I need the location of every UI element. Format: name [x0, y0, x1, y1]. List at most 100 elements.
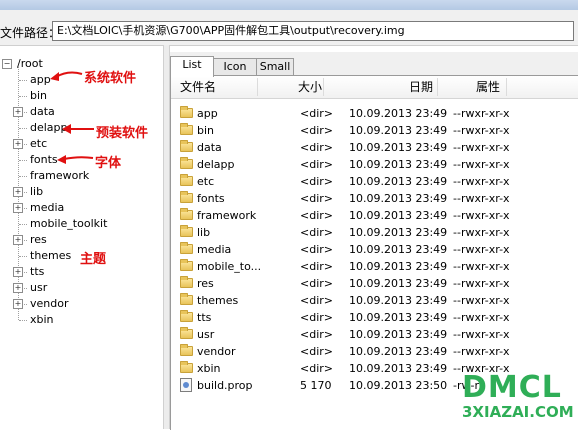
file-row[interactable]: usr <dir> 10.09.2013 23:49 --rwxr-xr-x	[171, 326, 578, 343]
file-date: 10.09.2013 23:49	[349, 192, 448, 205]
red-arrow-icon	[62, 124, 94, 134]
tab-list[interactable]: List	[170, 56, 214, 77]
tree-item-label: lib	[30, 185, 44, 198]
expand-icon[interactable]: +	[13, 187, 23, 197]
folder-icon	[180, 140, 193, 152]
folder-icon	[180, 208, 193, 220]
collapse-icon[interactable]: −	[2, 59, 12, 69]
folder-icon	[180, 276, 193, 288]
file-size: <dir>	[300, 260, 333, 273]
file-date: 10.09.2013 23:49	[349, 175, 448, 188]
file-date: 10.09.2013 23:49	[349, 328, 448, 341]
file-name: data	[197, 141, 222, 154]
folder-icon	[180, 293, 193, 305]
folder-icon	[180, 123, 193, 135]
column-header-name[interactable]: 文件名	[180, 76, 216, 98]
file-icon	[180, 378, 192, 392]
file-size: <dir>	[300, 311, 333, 324]
file-size: 5 170	[300, 379, 332, 392]
file-attributes: --rwxr-xr-x	[453, 294, 510, 307]
file-attributes: --rwxr-xr-x	[453, 192, 510, 205]
file-name: delapp	[197, 158, 235, 171]
file-date: 10.09.2013 23:49	[349, 158, 448, 171]
folder-icon	[180, 327, 193, 339]
file-row[interactable]: app <dir> 10.09.2013 23:49 --rwxr-xr-x	[171, 105, 578, 122]
expand-icon[interactable]: +	[13, 203, 23, 213]
folder-icon	[180, 344, 193, 356]
column-header-row: 文件名 大小 日期 属性	[171, 76, 578, 99]
file-name: fonts	[197, 192, 225, 205]
column-header-date[interactable]: 日期	[409, 76, 433, 98]
file-attributes: --rwxr-xr-x	[453, 158, 510, 171]
expand-icon[interactable]: +	[13, 283, 23, 293]
annotation-preinstalled-software: 预装软件	[96, 126, 149, 141]
file-size: <dir>	[300, 209, 333, 222]
folder-tree[interactable]: −/root app bin + data delapp + etc fonts framewor…	[0, 56, 163, 429]
file-name: usr	[197, 328, 215, 341]
folder-icon	[180, 225, 193, 237]
watermark-subtitle: 3XIAZAI.COM	[462, 403, 574, 421]
file-name: tts	[197, 311, 212, 324]
file-row[interactable]: data <dir> 10.09.2013 23:49 --rwxr-xr-x	[171, 139, 578, 156]
expand-icon[interactable]: +	[13, 267, 23, 277]
watermark-title: DMCL	[462, 370, 562, 405]
file-size: <dir>	[300, 277, 333, 290]
file-row[interactable]: themes <dir> 10.09.2013 23:49 --rwxr-xr-x	[171, 292, 578, 309]
pane-splitter[interactable]	[163, 45, 170, 429]
tree-connector-line	[19, 128, 27, 129]
path-bar: 文件路径： E:\文档LOIC\手机资源\G700\APP固件解包工具\outp…	[0, 10, 578, 46]
annotation-system-software: 系统软件	[84, 71, 137, 86]
annotation-fonts: 字体	[95, 156, 122, 171]
tree-item-label: /root	[17, 57, 43, 70]
file-attributes: --rwxr-xr-x	[453, 328, 510, 341]
file-attributes: --rwxr-xr-x	[453, 260, 510, 273]
file-attributes: --rwxr-xr-x	[453, 345, 510, 358]
annotation-theme: 主题	[80, 252, 107, 267]
tree-connector-line	[19, 80, 27, 81]
file-date: 10.09.2013 23:50	[349, 379, 448, 392]
expand-icon[interactable]: +	[13, 107, 23, 117]
file-name: vendor	[197, 345, 236, 358]
red-arrow-icon	[57, 155, 94, 164]
expand-icon[interactable]: +	[13, 235, 23, 245]
column-separator[interactable]	[257, 78, 258, 96]
red-arrow-icon	[50, 71, 83, 81]
file-name: build.prop	[197, 379, 253, 392]
file-name: themes	[197, 294, 239, 307]
file-size: <dir>	[300, 243, 333, 256]
file-row[interactable]: lib <dir> 10.09.2013 23:49 --rwxr-xr-x	[171, 224, 578, 241]
column-separator[interactable]	[506, 78, 507, 96]
file-row[interactable]: res <dir> 10.09.2013 23:49 --rwxr-xr-x	[171, 275, 578, 292]
tree-connector-line	[19, 224, 27, 225]
tree-item-label: res	[30, 233, 47, 246]
expand-icon[interactable]: +	[13, 139, 23, 149]
path-input[interactable]: E:\文档LOIC\手机资源\G700\APP固件解包工具\output\rec…	[52, 21, 574, 41]
file-date: 10.09.2013 23:49	[349, 260, 448, 273]
column-separator[interactable]	[437, 78, 438, 96]
file-row[interactable]: bin <dir> 10.09.2013 23:49 --rwxr-xr-x	[171, 122, 578, 139]
file-name: res	[197, 277, 214, 290]
tree-item-label: etc	[30, 137, 48, 150]
file-row[interactable]: tts <dir> 10.09.2013 23:49 --rwxr-xr-x	[171, 309, 578, 326]
file-row[interactable]: mobile_to... <dir> 10.09.2013 23:49 --rwxr-…	[171, 258, 578, 275]
file-name: app	[197, 107, 218, 120]
file-row[interactable]: media <dir> 10.09.2013 23:49 --rwxr-xr-x	[171, 241, 578, 258]
tab-small[interactable]: Small	[256, 58, 294, 76]
file-row[interactable]: framework <dir> 10.09.2013 23:49 --rwxr-xr-…	[171, 207, 578, 224]
tab-icon[interactable]: Icon	[213, 58, 257, 76]
folder-icon	[180, 310, 193, 322]
column-header-size[interactable]: 大小	[298, 76, 322, 98]
file-name: xbin	[197, 362, 221, 375]
tree-item-label: data	[30, 105, 55, 118]
file-size: <dir>	[300, 141, 333, 154]
file-row[interactable]: fonts <dir> 10.09.2013 23:49 --rwxr-xr-x	[171, 190, 578, 207]
file-row[interactable]: delapp <dir> 10.09.2013 23:49 --rwxr-xr-x	[171, 156, 578, 173]
column-separator[interactable]	[323, 78, 324, 96]
file-row[interactable]: etc <dir> 10.09.2013 23:49 --rwxr-xr-x	[171, 173, 578, 190]
expand-icon[interactable]: +	[13, 299, 23, 309]
file-date: 10.09.2013 23:49	[349, 124, 448, 137]
file-size: <dir>	[300, 362, 333, 375]
file-row[interactable]: vendor <dir> 10.09.2013 23:49 --rwxr-xr-x	[171, 343, 578, 360]
column-header-attr[interactable]: 属性	[476, 76, 500, 98]
file-attributes: --rwxr-xr-x	[453, 243, 510, 256]
